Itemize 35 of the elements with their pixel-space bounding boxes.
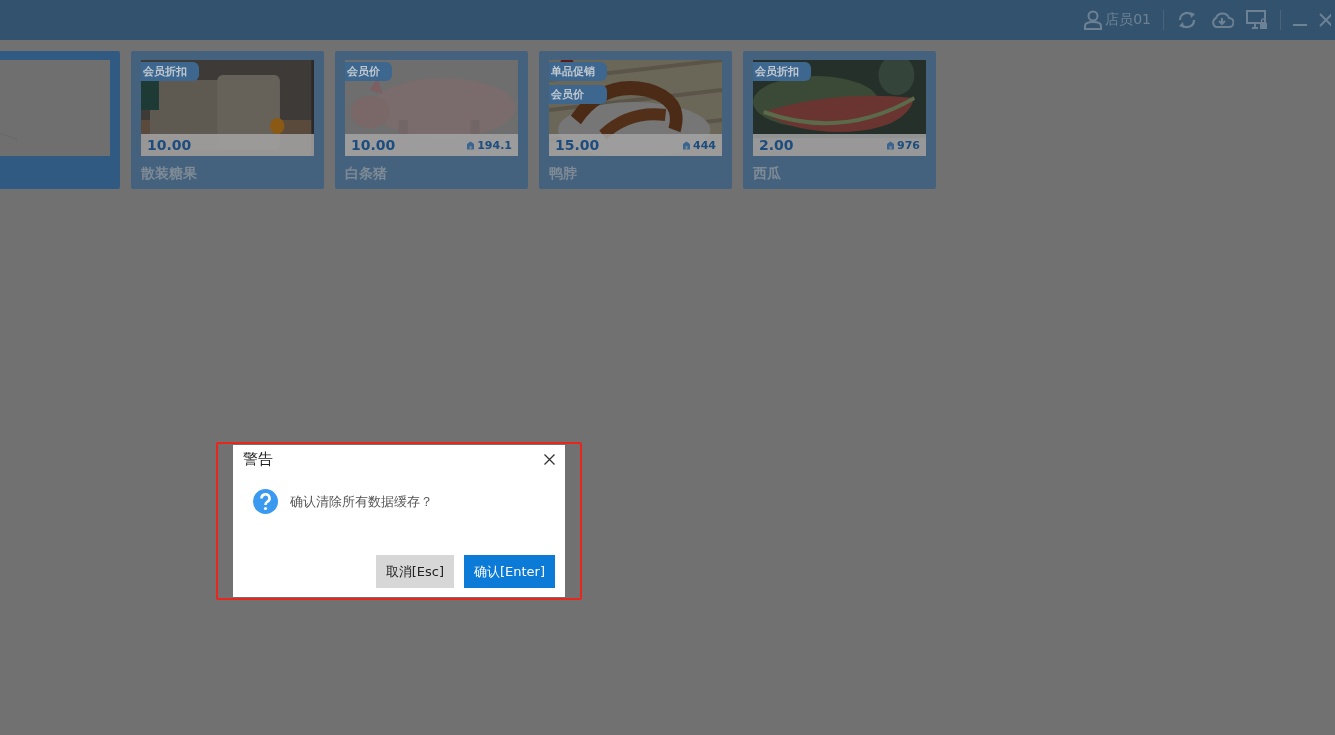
store-icon [886,140,896,150]
price-text: 2.00 [759,137,794,153]
user-icon [1083,10,1104,30]
product-name: 散装糖果 [141,164,198,183]
stock-count: 976 [897,138,920,152]
product-name: 白条猪 [345,164,388,183]
cloud-download-icon[interactable] [1210,11,1234,29]
question-icon [253,489,278,514]
promo-tag: 单品促销 [549,62,607,81]
product-card[interactable]: 会员折扣 10.00 散装糖果 [131,51,324,189]
price-text: 10.00 [351,137,396,153]
price-text: 10.00 [147,137,192,153]
store-icon [466,140,476,150]
confirm-button[interactable]: 确认[Enter] [463,555,555,588]
promo-tag: 会员价 [549,85,607,104]
product-card[interactable]: 会员折扣 2.00 976 西瓜 [743,51,936,189]
user-name: 店员01 [1105,11,1151,29]
cancel-button[interactable]: 取消[Esc] [375,555,454,588]
stock-count: 194.1 [477,138,512,152]
product-name: 西瓜 [753,164,782,183]
close-button[interactable] [542,452,557,467]
sync-icon[interactable] [1176,11,1198,29]
store-icon [682,140,692,150]
dialog-title: 警告 [243,450,273,469]
monitor-lock-icon[interactable] [1246,10,1268,30]
product-name: 鸭脖 [549,164,578,183]
dialog-message: 确认清除所有数据缓存？ [290,492,433,511]
stock-count: 444 [693,138,716,152]
promo-tag: 会员价 [345,62,392,81]
product-card[interactable]: 单品促销 会员价 15.00 444 鸭脖 [539,51,732,189]
promo-tag: 会员折扣 [141,62,199,81]
close-icon[interactable] [1319,13,1331,27]
promo-tag: 会员折扣 [753,62,811,81]
price-text: 15.00 [555,137,600,153]
product-card[interactable]: 会员价 10.00 194.1 白条猪 [335,51,528,189]
